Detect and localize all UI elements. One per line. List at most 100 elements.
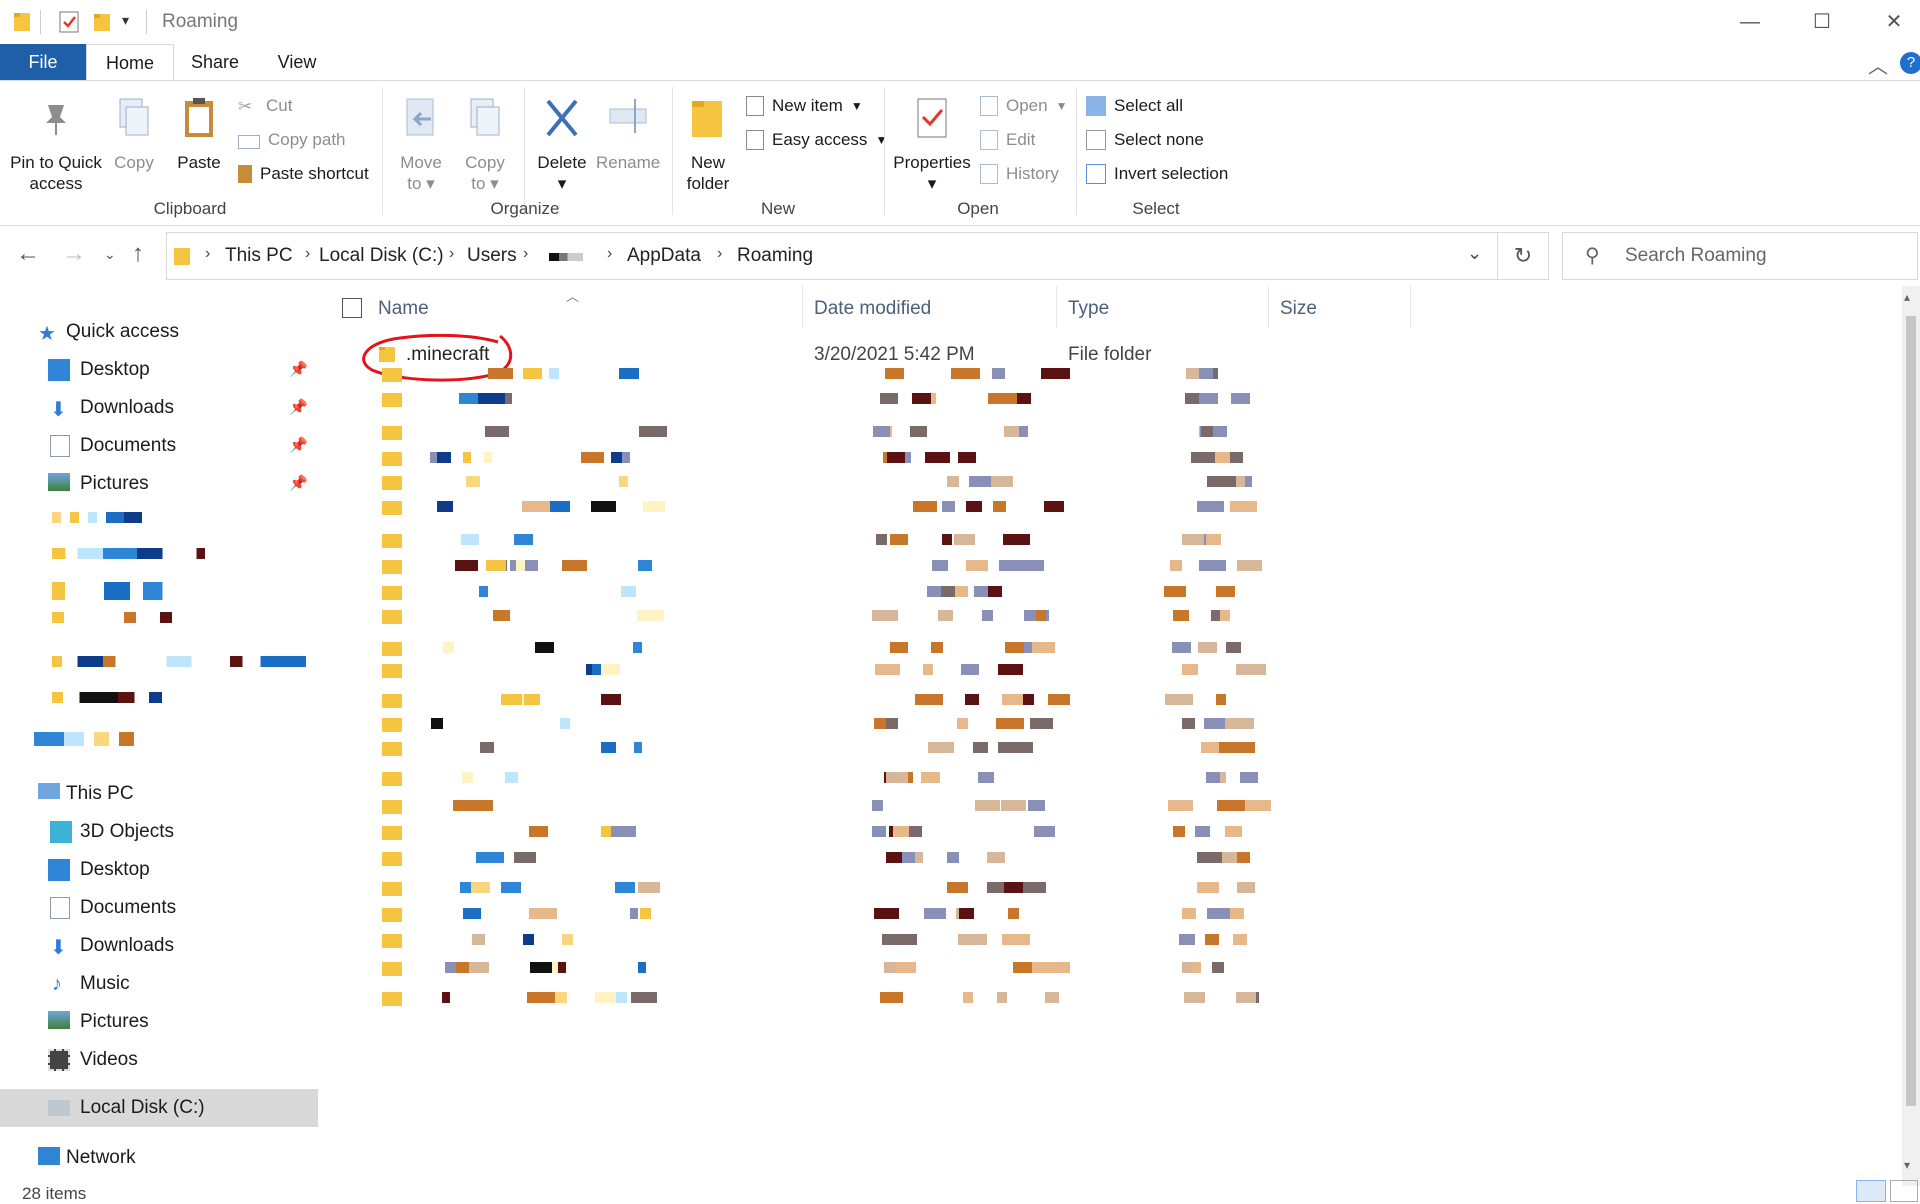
column-separator[interactable]	[1410, 286, 1411, 328]
sidebar-item-downloads[interactable]: ⬇ Downloads 📌	[0, 390, 318, 426]
redacted-pinned-item[interactable]	[52, 548, 222, 559]
history-button[interactable]: History	[980, 163, 1059, 185]
help-icon[interactable]: ?	[1900, 52, 1920, 74]
copy-path-button[interactable]: Copy path	[238, 129, 346, 151]
select-all-button[interactable]: Select all	[1086, 95, 1183, 117]
pin-icon[interactable]: 📌	[289, 474, 308, 492]
scroll-down-arrow-icon[interactable]: ▾	[1904, 1158, 1910, 1172]
column-separator[interactable]	[802, 286, 803, 328]
close-button[interactable]: ✕	[1858, 0, 1920, 44]
sidebar-item-videos[interactable]: Videos	[0, 1042, 318, 1078]
paste-button[interactable]: Paste	[172, 95, 226, 173]
edit-button[interactable]: Edit	[980, 129, 1035, 151]
column-header-size[interactable]: Size	[1280, 298, 1317, 320]
breadcrumb-separator-icon[interactable]: ›	[717, 245, 722, 263]
new-group-label: New	[760, 199, 795, 218]
large-icons-view-icon[interactable]	[1890, 1180, 1918, 1202]
scrollbar-thumb[interactable]	[1906, 316, 1916, 1106]
column-header-name[interactable]: Name	[378, 298, 429, 320]
refresh-button[interactable]: ↻	[1498, 232, 1549, 280]
breadcrumb-separator-icon[interactable]: ›	[449, 245, 454, 263]
sidebar-item-pictures[interactable]: Pictures	[0, 1004, 318, 1040]
sidebar-item-downloads[interactable]: ⬇ Downloads	[0, 928, 318, 964]
breadcrumb-separator-icon[interactable]: ›	[523, 245, 528, 263]
properties-icon[interactable]	[58, 10, 80, 34]
sidebar-item-documents[interactable]: Documents	[0, 890, 318, 926]
new-folder-button[interactable]: New folder	[682, 95, 734, 194]
search-box[interactable]: ⚲ Search Roaming	[1562, 232, 1918, 280]
redacted-pinned-item[interactable]	[52, 656, 306, 667]
forward-button[interactable]: →	[62, 240, 86, 268]
cut-button[interactable]: ✂ Cut	[238, 95, 292, 117]
collapse-ribbon-icon[interactable]: ︿	[1868, 50, 1888, 79]
tab-file[interactable]: File	[0, 44, 86, 80]
sidebar-item-3d-objects[interactable]: 3D Objects	[0, 814, 318, 850]
select-none-button[interactable]: Select none	[1086, 129, 1204, 151]
redacted-pixel	[382, 534, 402, 548]
tab-home[interactable]: Home	[86, 44, 174, 81]
minimize-button[interactable]: ―	[1714, 0, 1786, 44]
vertical-scrollbar[interactable]: ▴ ▾	[1902, 286, 1920, 1186]
breadcrumb-this-pc[interactable]: This PC	[225, 245, 293, 267]
details-view-icon[interactable]	[1856, 1180, 1886, 1202]
breadcrumb-roaming[interactable]: Roaming	[737, 245, 813, 267]
pin-icon[interactable]: 📌	[289, 436, 308, 454]
column-header-type[interactable]: Type	[1068, 298, 1109, 320]
sidebar-item-network[interactable]: Network	[0, 1140, 318, 1176]
column-separator[interactable]	[1056, 286, 1057, 328]
redacted-pinned-item[interactable]	[52, 582, 182, 600]
breadcrumb-appdata[interactable]: AppData	[627, 245, 701, 267]
open-button[interactable]: Open ▼	[980, 95, 1067, 117]
maximize-button[interactable]: ☐	[1786, 0, 1858, 44]
copy-button[interactable]: Copy	[108, 95, 160, 173]
breadcrumb-separator-icon[interactable]: ›	[305, 245, 310, 263]
sidebar-item-music[interactable]: ♪ Music	[0, 966, 318, 1002]
sidebar-item-quick-access[interactable]: ★ Quick access	[0, 314, 318, 350]
redacted-pixel	[938, 610, 953, 621]
select-all-checkbox[interactable]	[342, 298, 362, 318]
sidebar-item-documents[interactable]: Documents 📌	[0, 428, 318, 464]
redacted-pinned-item[interactable]	[52, 692, 162, 703]
column-separator[interactable]	[1268, 286, 1269, 328]
column-header-date[interactable]: Date modified	[814, 298, 931, 320]
redacted-item[interactable]	[34, 732, 134, 746]
list-item[interactable]: .minecraft 3/20/2021 5:42 PM File folder	[322, 333, 1412, 382]
move-to-button[interactable]: Move to ▾	[396, 95, 446, 194]
paste-shortcut-button[interactable]: Paste shortcut	[238, 163, 369, 185]
delete-dropdown-icon[interactable]: ▾	[532, 173, 592, 194]
pin-to-quick-access-button[interactable]: Pin to Quick access	[6, 95, 106, 194]
up-button[interactable]: ↑	[132, 240, 144, 268]
sidebar-item-this-pc[interactable]: This PC	[0, 776, 318, 812]
redacted-username[interactable]	[549, 253, 583, 261]
recent-locations-chevron-icon[interactable]: ⌄	[104, 246, 116, 263]
address-bar[interactable]: › This PC › Local Disk (C:) › Users › › …	[166, 232, 1498, 280]
tab-view[interactable]: View	[270, 44, 324, 80]
delete-button[interactable]: Delete ▾	[532, 95, 592, 194]
rename-button[interactable]: Rename	[596, 95, 660, 173]
sidebar-item-desktop[interactable]: Desktop	[0, 852, 318, 888]
new-item-button[interactable]: New item ▼	[746, 95, 863, 117]
properties-button[interactable]: Properties ▾	[892, 95, 972, 194]
breadcrumb-local-disk[interactable]: Local Disk (C:)	[319, 245, 444, 267]
scroll-up-arrow-icon[interactable]: ▴	[1904, 290, 1910, 304]
pin-icon[interactable]: 📌	[289, 398, 308, 416]
tab-share[interactable]: Share	[186, 44, 244, 80]
easy-access-button[interactable]: Easy access ▼	[746, 129, 887, 151]
sidebar-item-local-disk[interactable]: Local Disk (C:)	[0, 1089, 318, 1127]
back-button[interactable]: ←	[16, 240, 40, 268]
breadcrumb-separator-icon[interactable]: ›	[607, 245, 612, 263]
pin-icon[interactable]: 📌	[289, 360, 308, 378]
new-folder-icon[interactable]	[92, 10, 114, 34]
sidebar-item-desktop[interactable]: Desktop 📌	[0, 352, 318, 388]
sidebar-item-pictures[interactable]: Pictures 📌	[0, 466, 318, 502]
redacted-pinned-item[interactable]	[52, 512, 142, 523]
invert-selection-button[interactable]: Invert selection	[1086, 163, 1228, 185]
breadcrumb-separator-icon[interactable]: ›	[205, 245, 210, 263]
customize-toolbar-chevron-icon[interactable]: ▾	[122, 12, 129, 29]
properties-dropdown-icon[interactable]: ▾	[892, 173, 972, 194]
redacted-pixel	[382, 962, 402, 976]
breadcrumb-users[interactable]: Users	[467, 245, 517, 267]
copy-to-button[interactable]: Copy to ▾	[460, 95, 510, 194]
redacted-pinned-item[interactable]	[52, 612, 172, 623]
address-history-chevron-icon[interactable]: ⌄	[1467, 243, 1482, 264]
